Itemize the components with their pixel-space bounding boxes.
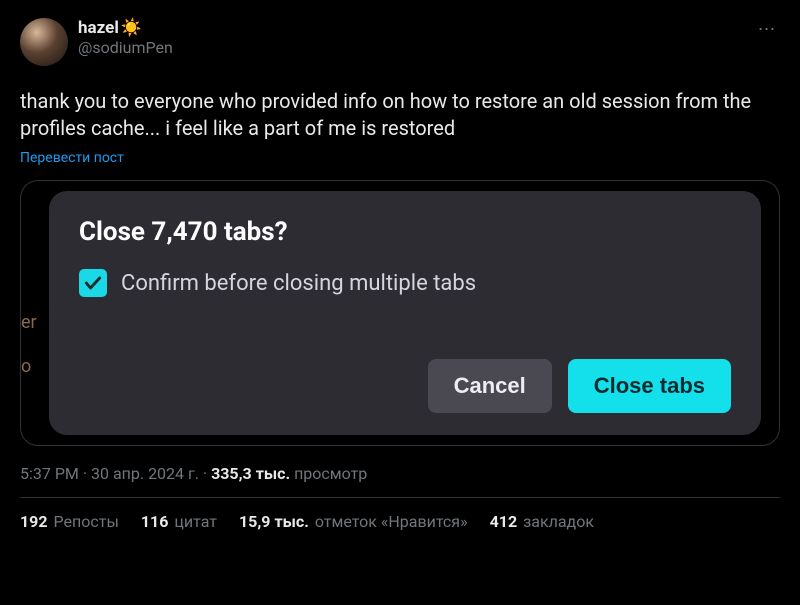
close-tabs-button[interactable]: Close tabs xyxy=(568,359,731,413)
sun-icon: ☀️ xyxy=(121,18,142,38)
tweet-media[interactable]: er o Close 7,470 tabs? Confirm before cl… xyxy=(20,180,780,446)
divider xyxy=(20,497,780,498)
views-count: 335,3 тыс. xyxy=(211,464,290,483)
confirm-checkbox-row[interactable]: Confirm before closing multiple tabs xyxy=(79,269,731,297)
quotes-stat[interactable]: 116 цитат xyxy=(141,512,217,531)
checkbox-icon[interactable] xyxy=(79,269,107,297)
browser-dialog: Close 7,470 tabs? Confirm before closing… xyxy=(49,191,761,435)
author-name[interactable]: hazel ☀️ xyxy=(78,18,173,38)
author-block[interactable]: hazel ☀️ @sodiumPen xyxy=(20,18,173,66)
reposts-stat[interactable]: 192 Репосты xyxy=(20,512,119,531)
tweet-meta: 5:37 PM · 30 апр. 2024 г. · 335,3 тыс. п… xyxy=(20,464,780,483)
avatar[interactable] xyxy=(20,18,68,66)
more-button[interactable]: ··· xyxy=(754,18,780,41)
timestamp[interactable]: 5:37 PM · 30 апр. 2024 г. xyxy=(20,464,199,483)
display-name: hazel xyxy=(78,18,119,38)
tweet-body: thank you to everyone who provided info … xyxy=(20,88,780,142)
author-handle[interactable]: @sodiumPen xyxy=(78,38,173,57)
translate-link[interactable]: Перевести пост xyxy=(20,150,780,166)
checkbox-label: Confirm before closing multiple tabs xyxy=(121,271,476,296)
dialog-buttons: Cancel Close tabs xyxy=(79,359,731,413)
cropped-bg-text: er o xyxy=(21,301,37,389)
tweet-header: hazel ☀️ @sodiumPen ··· xyxy=(20,18,780,66)
likes-stat[interactable]: 15,9 тыс. отметок «Нравится» xyxy=(239,512,468,531)
views-label: просмотр xyxy=(294,464,367,483)
cancel-button[interactable]: Cancel xyxy=(428,359,552,413)
stats-row: 192 Репосты 116 цитат 15,9 тыс. отметок … xyxy=(20,512,780,531)
dialog-title: Close 7,470 tabs? xyxy=(79,217,731,247)
check-icon xyxy=(83,273,103,293)
bookmarks-stat[interactable]: 412 закладок xyxy=(490,512,594,531)
